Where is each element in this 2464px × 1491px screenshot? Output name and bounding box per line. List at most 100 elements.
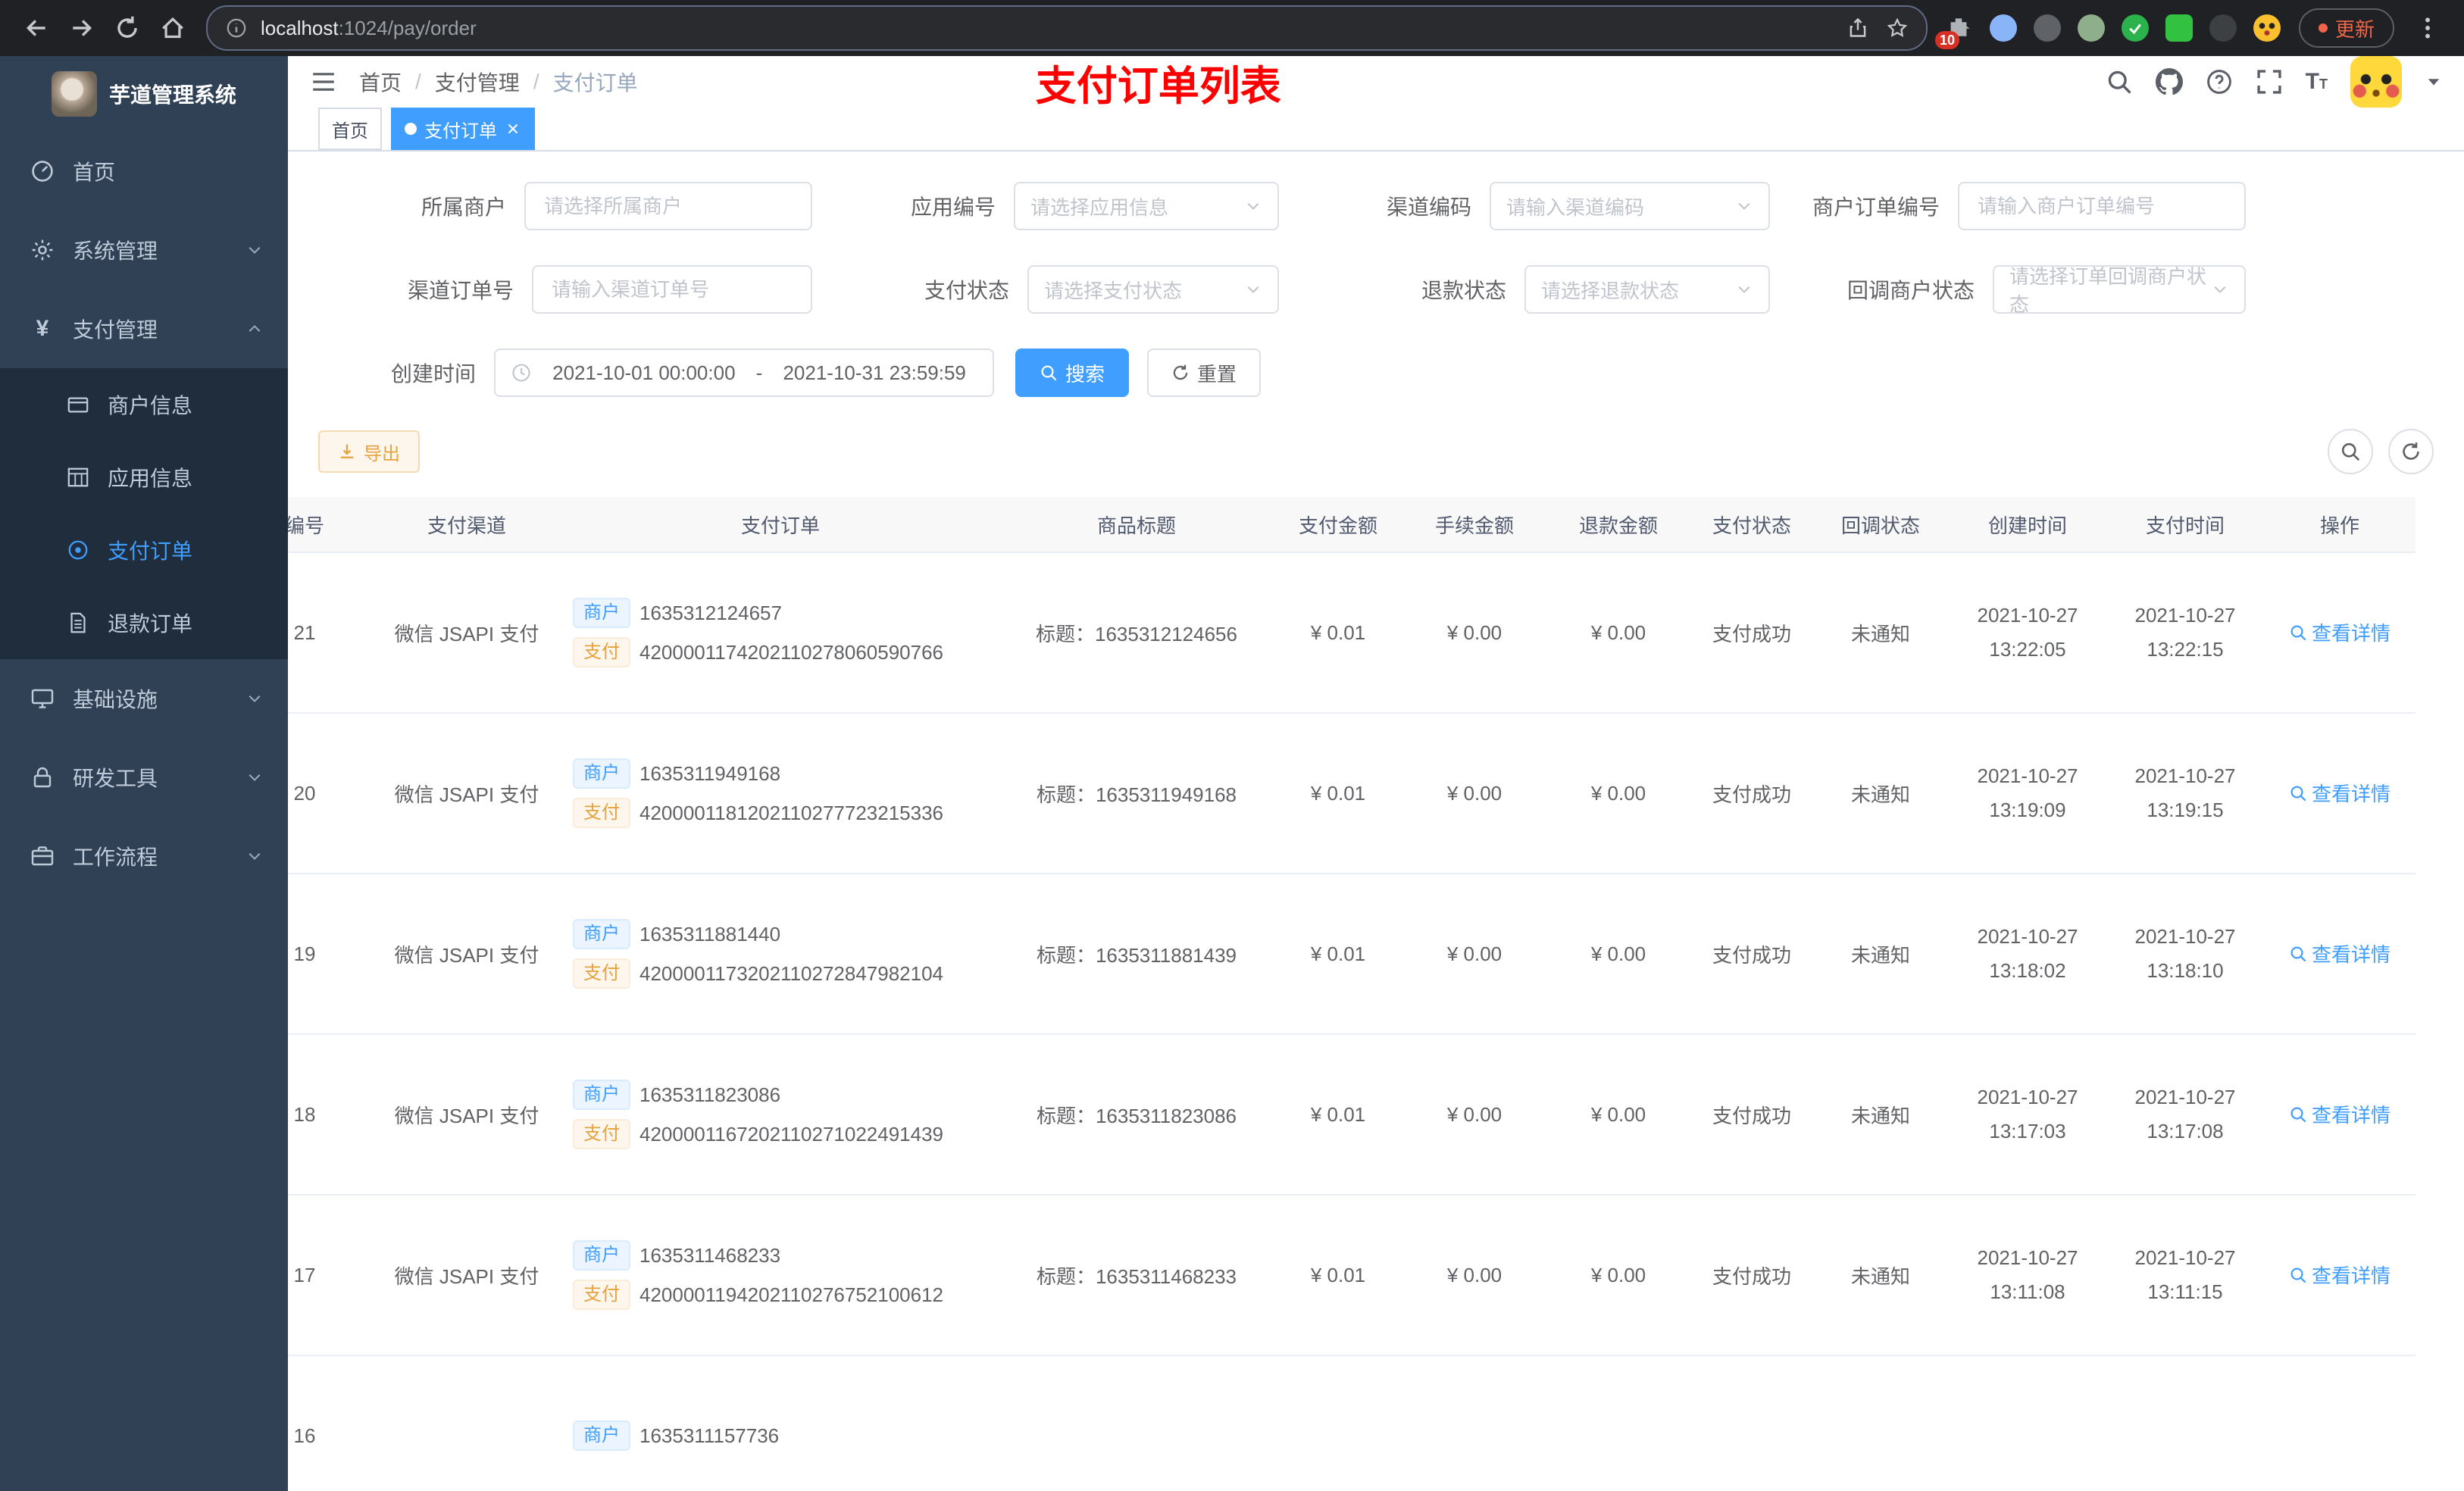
- sidebar-item-home[interactable]: 首页: [0, 132, 288, 211]
- app-no-label: 应用编号: [910, 195, 996, 219]
- cell-refund: ¥ 0.00: [1546, 713, 1691, 874]
- cell-fee: ¥ 0.00: [1403, 1034, 1546, 1196]
- col-paid: 支付时间: [2106, 497, 2264, 553]
- create-time-range-picker[interactable]: 2021-10-01 00:00:00 - 2021-10-31 23:59:5…: [494, 349, 994, 397]
- breadcrumb-home[interactable]: 首页: [359, 67, 402, 97]
- user-avatar[interactable]: [2350, 56, 2402, 108]
- profile-avatar[interactable]: [2253, 14, 2281, 42]
- refund-status-select[interactable]: 请选择退款状态: [1524, 265, 1770, 314]
- cell-amount: ¥ 0.01: [1273, 1034, 1403, 1196]
- sidebar-item-pay-order[interactable]: 支付订单: [0, 514, 288, 586]
- view-detail-link[interactable]: 查看详情: [2289, 1100, 2391, 1128]
- cell-amount: ¥ 0.01: [1273, 552, 1403, 714]
- app-title: 芋道管理系统: [108, 83, 236, 107]
- extension-icon-5[interactable]: [2165, 14, 2193, 42]
- sidebar-item-payment[interactable]: ¥ 支付管理: [0, 289, 288, 368]
- sidebar-menu: 首页 系统管理 ¥ 支付管理 商户信息 应用信息 支付订单 退款订单 基础设施 …: [0, 132, 288, 896]
- filter-form: 所属商户 应用编号 请选择应用信息 渠道编码: [288, 152, 2464, 397]
- extension-icon-2[interactable]: [2033, 14, 2061, 42]
- sidebar-item-infra[interactable]: 基础设施: [0, 659, 288, 738]
- view-detail-link[interactable]: 查看详情: [2289, 1261, 2391, 1289]
- chevron-down-icon: [1244, 197, 1262, 215]
- pay-status-select[interactable]: 请选择支付状态: [1027, 265, 1279, 314]
- cell-amount: ¥ 0.01: [1273, 874, 1403, 1035]
- channel-order-no-input[interactable]: [532, 265, 812, 314]
- url-bar[interactable]: localhost:1024/pay/order: [206, 5, 1928, 51]
- download-icon: [338, 442, 356, 461]
- reset-button[interactable]: 重置: [1147, 349, 1262, 397]
- cell-channel: 微信 JSAPI 支付: [373, 1034, 561, 1196]
- sidebar-item-merchant-info[interactable]: 商户信息: [0, 368, 288, 441]
- github-icon[interactable]: [2156, 68, 2183, 95]
- notify-status-label: 回调商户状态: [1846, 279, 1975, 302]
- back-icon[interactable]: [15, 7, 58, 49]
- top-navbar: 首页 / 支付管理 / 支付订单 支付订单列表 TT: [288, 56, 2464, 109]
- chrome-menu-icon[interactable]: [2406, 7, 2449, 49]
- content: 所属商户 应用编号 请选择应用信息 渠道编码: [288, 152, 2464, 1491]
- caret-down-icon[interactable]: [2425, 73, 2443, 91]
- cell-id: 17: [288, 1195, 373, 1356]
- export-button[interactable]: 导出: [318, 430, 420, 473]
- fullscreen-icon[interactable]: [2256, 68, 2283, 95]
- search-icon: [2289, 624, 2307, 642]
- sidebar-item-system[interactable]: 系统管理: [0, 211, 288, 289]
- extension-icon-4[interactable]: [2121, 14, 2149, 42]
- close-icon[interactable]: [505, 120, 521, 137]
- font-size-icon[interactable]: TT: [2306, 69, 2328, 95]
- merchant-tag: 商户: [573, 1421, 630, 1451]
- sidebar-toggle-icon[interactable]: [288, 69, 359, 95]
- extension-icon-3[interactable]: [2077, 14, 2105, 42]
- sidebar-item-workflow[interactable]: 工作流程: [0, 817, 288, 896]
- site-info-icon[interactable]: [226, 17, 247, 39]
- cell-title: 标题：1635311881439: [1000, 874, 1273, 1035]
- app-no-select[interactable]: 请选择应用信息: [1014, 182, 1279, 230]
- owner-merchant-input[interactable]: [524, 182, 812, 230]
- reload-icon[interactable]: [106, 7, 149, 49]
- search-icon[interactable]: [2106, 68, 2133, 95]
- extension-icon-6[interactable]: [2209, 14, 2237, 42]
- toggle-search-button[interactable]: [2328, 429, 2373, 474]
- forward-icon[interactable]: [61, 7, 103, 49]
- monitor-icon: [30, 686, 55, 711]
- tab-pay-order[interactable]: 支付订单: [391, 108, 535, 150]
- cell-pay-order: 商户 1635311823086 支付 4200001167202110271022…: [561, 1034, 1000, 1196]
- chevron-down-icon: [245, 768, 264, 786]
- cell-created: 2021-10-27 13:18:02: [1949, 874, 2106, 1035]
- chevron-down-icon: [245, 689, 264, 708]
- share-icon[interactable]: [1847, 17, 1868, 39]
- col-channel: 支付渠道: [373, 497, 561, 553]
- extension-puzzle-icon[interactable]: 10: [1934, 14, 1973, 49]
- cell-paid: 2021-10-27 13:11:15: [2106, 1195, 2264, 1356]
- extension-icon-1[interactable]: [1989, 14, 2017, 42]
- sidebar-item-refund-order[interactable]: 退款订单: [0, 586, 288, 659]
- logo-image: [51, 71, 97, 117]
- view-detail-link[interactable]: 查看详情: [2289, 618, 2391, 646]
- merchant-order-no-input[interactable]: [1958, 182, 2246, 230]
- home-icon[interactable]: [152, 7, 194, 49]
- sidebar-item-app-info[interactable]: 应用信息: [0, 441, 288, 514]
- cell-id: 19: [288, 874, 373, 1035]
- bookmark-star-icon[interactable]: [1887, 17, 1908, 39]
- app-logo[interactable]: 芋道管理系统: [0, 56, 288, 132]
- chevron-down-icon: [245, 847, 264, 865]
- notify-status-select[interactable]: 请选择订单回调商户状态: [1993, 265, 2246, 316]
- date-start-value: 2021-10-01 00:00:00: [552, 361, 736, 384]
- cell-notify: 未通知: [1812, 1034, 1949, 1196]
- refresh-table-button[interactable]: [2388, 429, 2434, 474]
- update-button[interactable]: 更新: [2298, 8, 2394, 48]
- cell-channel: 微信 JSAPI 支付: [373, 1195, 561, 1356]
- view-detail-link[interactable]: 查看详情: [2289, 779, 2391, 807]
- search-button[interactable]: 搜索: [1015, 349, 1130, 397]
- cell-notify: 未通知: [1812, 1195, 1949, 1356]
- tab-home[interactable]: 首页: [318, 108, 382, 150]
- cell-channel: 微信 JSAPI 支付: [373, 874, 561, 1035]
- pay-status-label: 支付状态: [924, 279, 1009, 302]
- channel-code-select[interactable]: 请输入渠道编码: [1490, 182, 1770, 230]
- help-icon[interactable]: [2206, 68, 2233, 95]
- sidebar-item-devtools[interactable]: 研发工具: [0, 738, 288, 817]
- cell-status: 支付成功: [1691, 1195, 1812, 1356]
- breadcrumb-payment[interactable]: 支付管理: [435, 67, 520, 97]
- cell-refund: ¥ 0.00: [1546, 874, 1691, 1035]
- view-detail-link[interactable]: 查看详情: [2289, 939, 2391, 967]
- pay-order-no: 4200001181202110277723215336: [639, 801, 944, 824]
